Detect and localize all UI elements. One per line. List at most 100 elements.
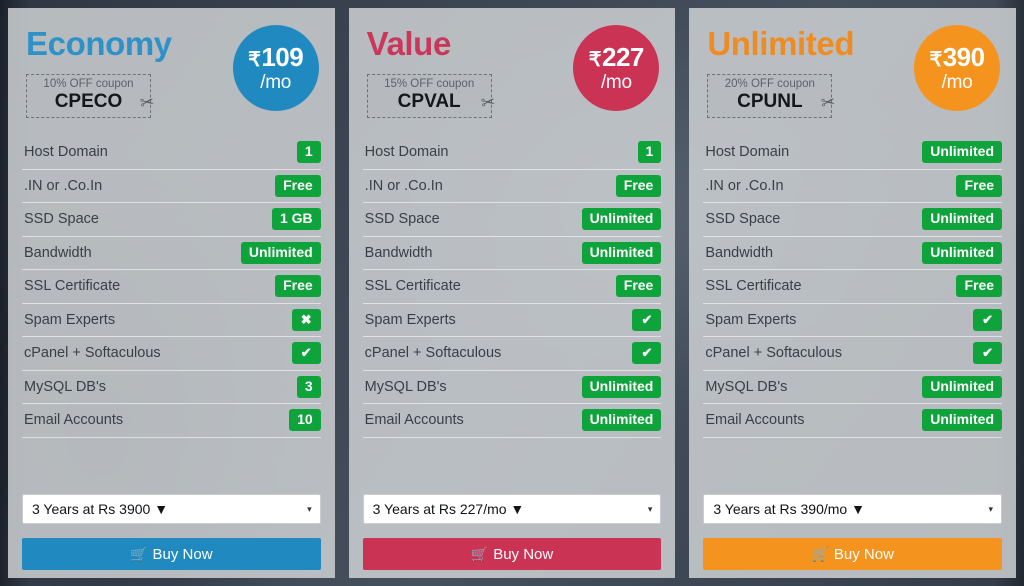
price-number: 390 bbox=[942, 42, 985, 72]
feature-label: cPanel + Softaculous bbox=[705, 345, 842, 362]
check-icon: ✔ bbox=[973, 342, 1003, 365]
feature-value-badge: Unlimited bbox=[581, 409, 662, 432]
price-amount: ₹227 bbox=[589, 42, 645, 72]
feature-value-badge: 3 bbox=[296, 375, 321, 398]
feature-label: Bandwidth bbox=[24, 244, 92, 261]
price-badge: ₹227/mo bbox=[573, 25, 660, 111]
buy-now-label: Buy Now bbox=[152, 546, 213, 563]
feature-row: .IN or .Co.In Free bbox=[703, 170, 1003, 203]
feature-label: MySQL DB's bbox=[24, 378, 106, 395]
feature-value-badge: Unlimited bbox=[922, 241, 1003, 264]
billing-term-select[interactable]: 3 Years at Rs 390/mo ▼ ▾ bbox=[703, 494, 1003, 524]
card-header: Value 15% OFF coupon CPVAL ✂ ₹227/mo bbox=[363, 8, 662, 136]
feature-row: Email Accounts Unlimited bbox=[703, 404, 1003, 438]
feature-value-badge: 1 GB bbox=[271, 208, 321, 231]
feature-value-badge: 1 bbox=[296, 141, 321, 164]
feature-row: SSL Certificate Free bbox=[362, 270, 662, 304]
feature-label: SSD Space bbox=[364, 211, 440, 228]
buy-now-button[interactable]: 🛒 Buy Now bbox=[703, 538, 1003, 570]
feature-label: SSL Certificate bbox=[705, 278, 802, 295]
price-period: /mo bbox=[600, 72, 632, 93]
buy-now-button[interactable]: 🛒 Buy Now bbox=[362, 538, 662, 570]
feature-label: Spam Experts bbox=[364, 311, 456, 328]
rupee-icon: ₹ bbox=[248, 49, 261, 71]
check-icon: ✔ bbox=[291, 342, 321, 365]
feature-row: SSD Space 1 GB bbox=[22, 203, 321, 237]
feature-row: .IN or .Co.In Free bbox=[362, 170, 662, 203]
feature-row: SSL Certificate Free bbox=[703, 270, 1003, 304]
cart-icon: 🛒 bbox=[811, 546, 829, 562]
feature-row: MySQL DB's 3 bbox=[22, 371, 321, 404]
billing-term-selected-value: 3 Years at Rs 390/mo ▼ bbox=[713, 501, 865, 517]
cart-icon: 🛒 bbox=[130, 546, 148, 562]
scissors-icon: ✂ bbox=[138, 92, 156, 113]
feature-label: Bandwidth bbox=[364, 244, 433, 261]
feature-row: cPanel + Softaculous ✔ bbox=[22, 337, 321, 371]
coupon-box[interactable]: 10% OFF coupon CPECO bbox=[26, 74, 151, 118]
feature-row: Bandwidth Unlimited bbox=[703, 237, 1003, 270]
buy-now-label: Buy Now bbox=[493, 546, 554, 563]
feature-value-badge: Unlimited bbox=[581, 241, 662, 264]
feature-row: SSL Certificate Free bbox=[22, 270, 321, 304]
feature-value-badge: Free bbox=[275, 275, 321, 298]
feature-row: Email Accounts 10 bbox=[22, 404, 321, 438]
feature-row: cPanel + Softaculous ✔ bbox=[703, 337, 1003, 371]
scissors-icon: ✂ bbox=[479, 92, 497, 113]
coupon-box[interactable]: 20% OFF coupon CPUNL bbox=[707, 74, 833, 118]
feature-label: .IN or .Co.In bbox=[364, 177, 443, 194]
feature-value-badge: Unlimited bbox=[581, 375, 662, 398]
feature-value-badge: Unlimited bbox=[922, 141, 1003, 164]
card-footer: 3 Years at Rs 3900 ▼ ▾ 🛒 Buy Now bbox=[22, 494, 321, 578]
chevron-down-icon: ▾ bbox=[647, 504, 653, 514]
coupon-box[interactable]: 15% OFF coupon CPVAL bbox=[366, 74, 492, 118]
feature-value-badge: Free bbox=[615, 174, 662, 197]
feature-label: cPanel + Softaculous bbox=[364, 345, 502, 362]
scissors-icon: ✂ bbox=[820, 92, 837, 113]
feature-row: MySQL DB's Unlimited bbox=[703, 371, 1003, 404]
card-footer: 3 Years at Rs 390/mo ▼ ▾ 🛒 Buy Now bbox=[703, 494, 1003, 578]
feature-label: .IN or .Co.In bbox=[705, 177, 784, 194]
pricing-page: Economy 10% OFF coupon CPECO ✂ ₹109/mo Host D… bbox=[0, 0, 1024, 586]
plan-name: Value bbox=[366, 25, 452, 62]
billing-term-select[interactable]: 3 Years at Rs 3900 ▼ ▾ bbox=[22, 494, 321, 524]
feature-value-badge: Free bbox=[956, 275, 1003, 298]
feature-row: Spam Experts ✔ bbox=[703, 304, 1003, 337]
feature-label: MySQL DB's bbox=[705, 378, 788, 395]
feature-value-badge: Unlimited bbox=[922, 375, 1003, 398]
cart-icon: 🛒 bbox=[470, 546, 489, 562]
feature-label: cPanel + Softaculous bbox=[24, 345, 161, 362]
feature-value-badge: Unlimited bbox=[581, 208, 662, 231]
buy-now-button[interactable]: 🛒 Buy Now bbox=[22, 538, 321, 570]
feature-row: SSD Space Unlimited bbox=[703, 203, 1003, 237]
plan-name: Economy bbox=[26, 25, 172, 62]
feature-list: Host Domain 1 .IN or .Co.In Free SSD Space 1 … bbox=[22, 136, 321, 438]
pricing-card: Economy 10% OFF coupon CPECO ✂ ₹109/mo Host D… bbox=[8, 8, 335, 578]
card-header: Economy 10% OFF coupon CPECO ✂ ₹109/mo bbox=[22, 8, 321, 136]
billing-term-select[interactable]: 3 Years at Rs 227/mo ▼ ▾ bbox=[362, 494, 662, 524]
chevron-down-icon: ▾ bbox=[307, 504, 312, 514]
coupon-discount-label: 20% OFF coupon bbox=[724, 78, 815, 90]
check-icon: ✔ bbox=[973, 308, 1003, 331]
feature-label: Host Domain bbox=[24, 144, 108, 161]
rupee-icon: ₹ bbox=[929, 49, 942, 71]
card-footer: 3 Years at Rs 227/mo ▼ ▾ 🛒 Buy Now bbox=[362, 494, 662, 578]
feature-value-badge: Unlimited bbox=[922, 409, 1003, 432]
feature-label: Spam Experts bbox=[705, 311, 797, 328]
coupon-code: CPECO bbox=[54, 91, 123, 112]
feature-row: .IN or .Co.In Free bbox=[22, 170, 321, 203]
price-number: 227 bbox=[602, 42, 644, 72]
price-period: /mo bbox=[941, 72, 973, 93]
feature-value-badge: 10 bbox=[289, 409, 321, 432]
feature-list: Host Domain Unlimited .IN or .Co.In Free SSD… bbox=[703, 136, 1003, 438]
price-badge: ₹390/mo bbox=[914, 25, 1001, 111]
feature-row: MySQL DB's Unlimited bbox=[362, 371, 662, 404]
feature-row: Bandwidth Unlimited bbox=[22, 237, 321, 270]
feature-value-badge: 1 bbox=[637, 141, 662, 164]
feature-row: Email Accounts Unlimited bbox=[362, 404, 662, 438]
buy-now-label: Buy Now bbox=[833, 546, 894, 563]
cross-icon: ✖ bbox=[291, 308, 321, 331]
feature-row: Spam Experts ✔ bbox=[362, 304, 662, 337]
feature-label: Email Accounts bbox=[24, 412, 124, 429]
check-icon: ✔ bbox=[632, 342, 662, 365]
feature-value-badge: Free bbox=[275, 174, 321, 197]
